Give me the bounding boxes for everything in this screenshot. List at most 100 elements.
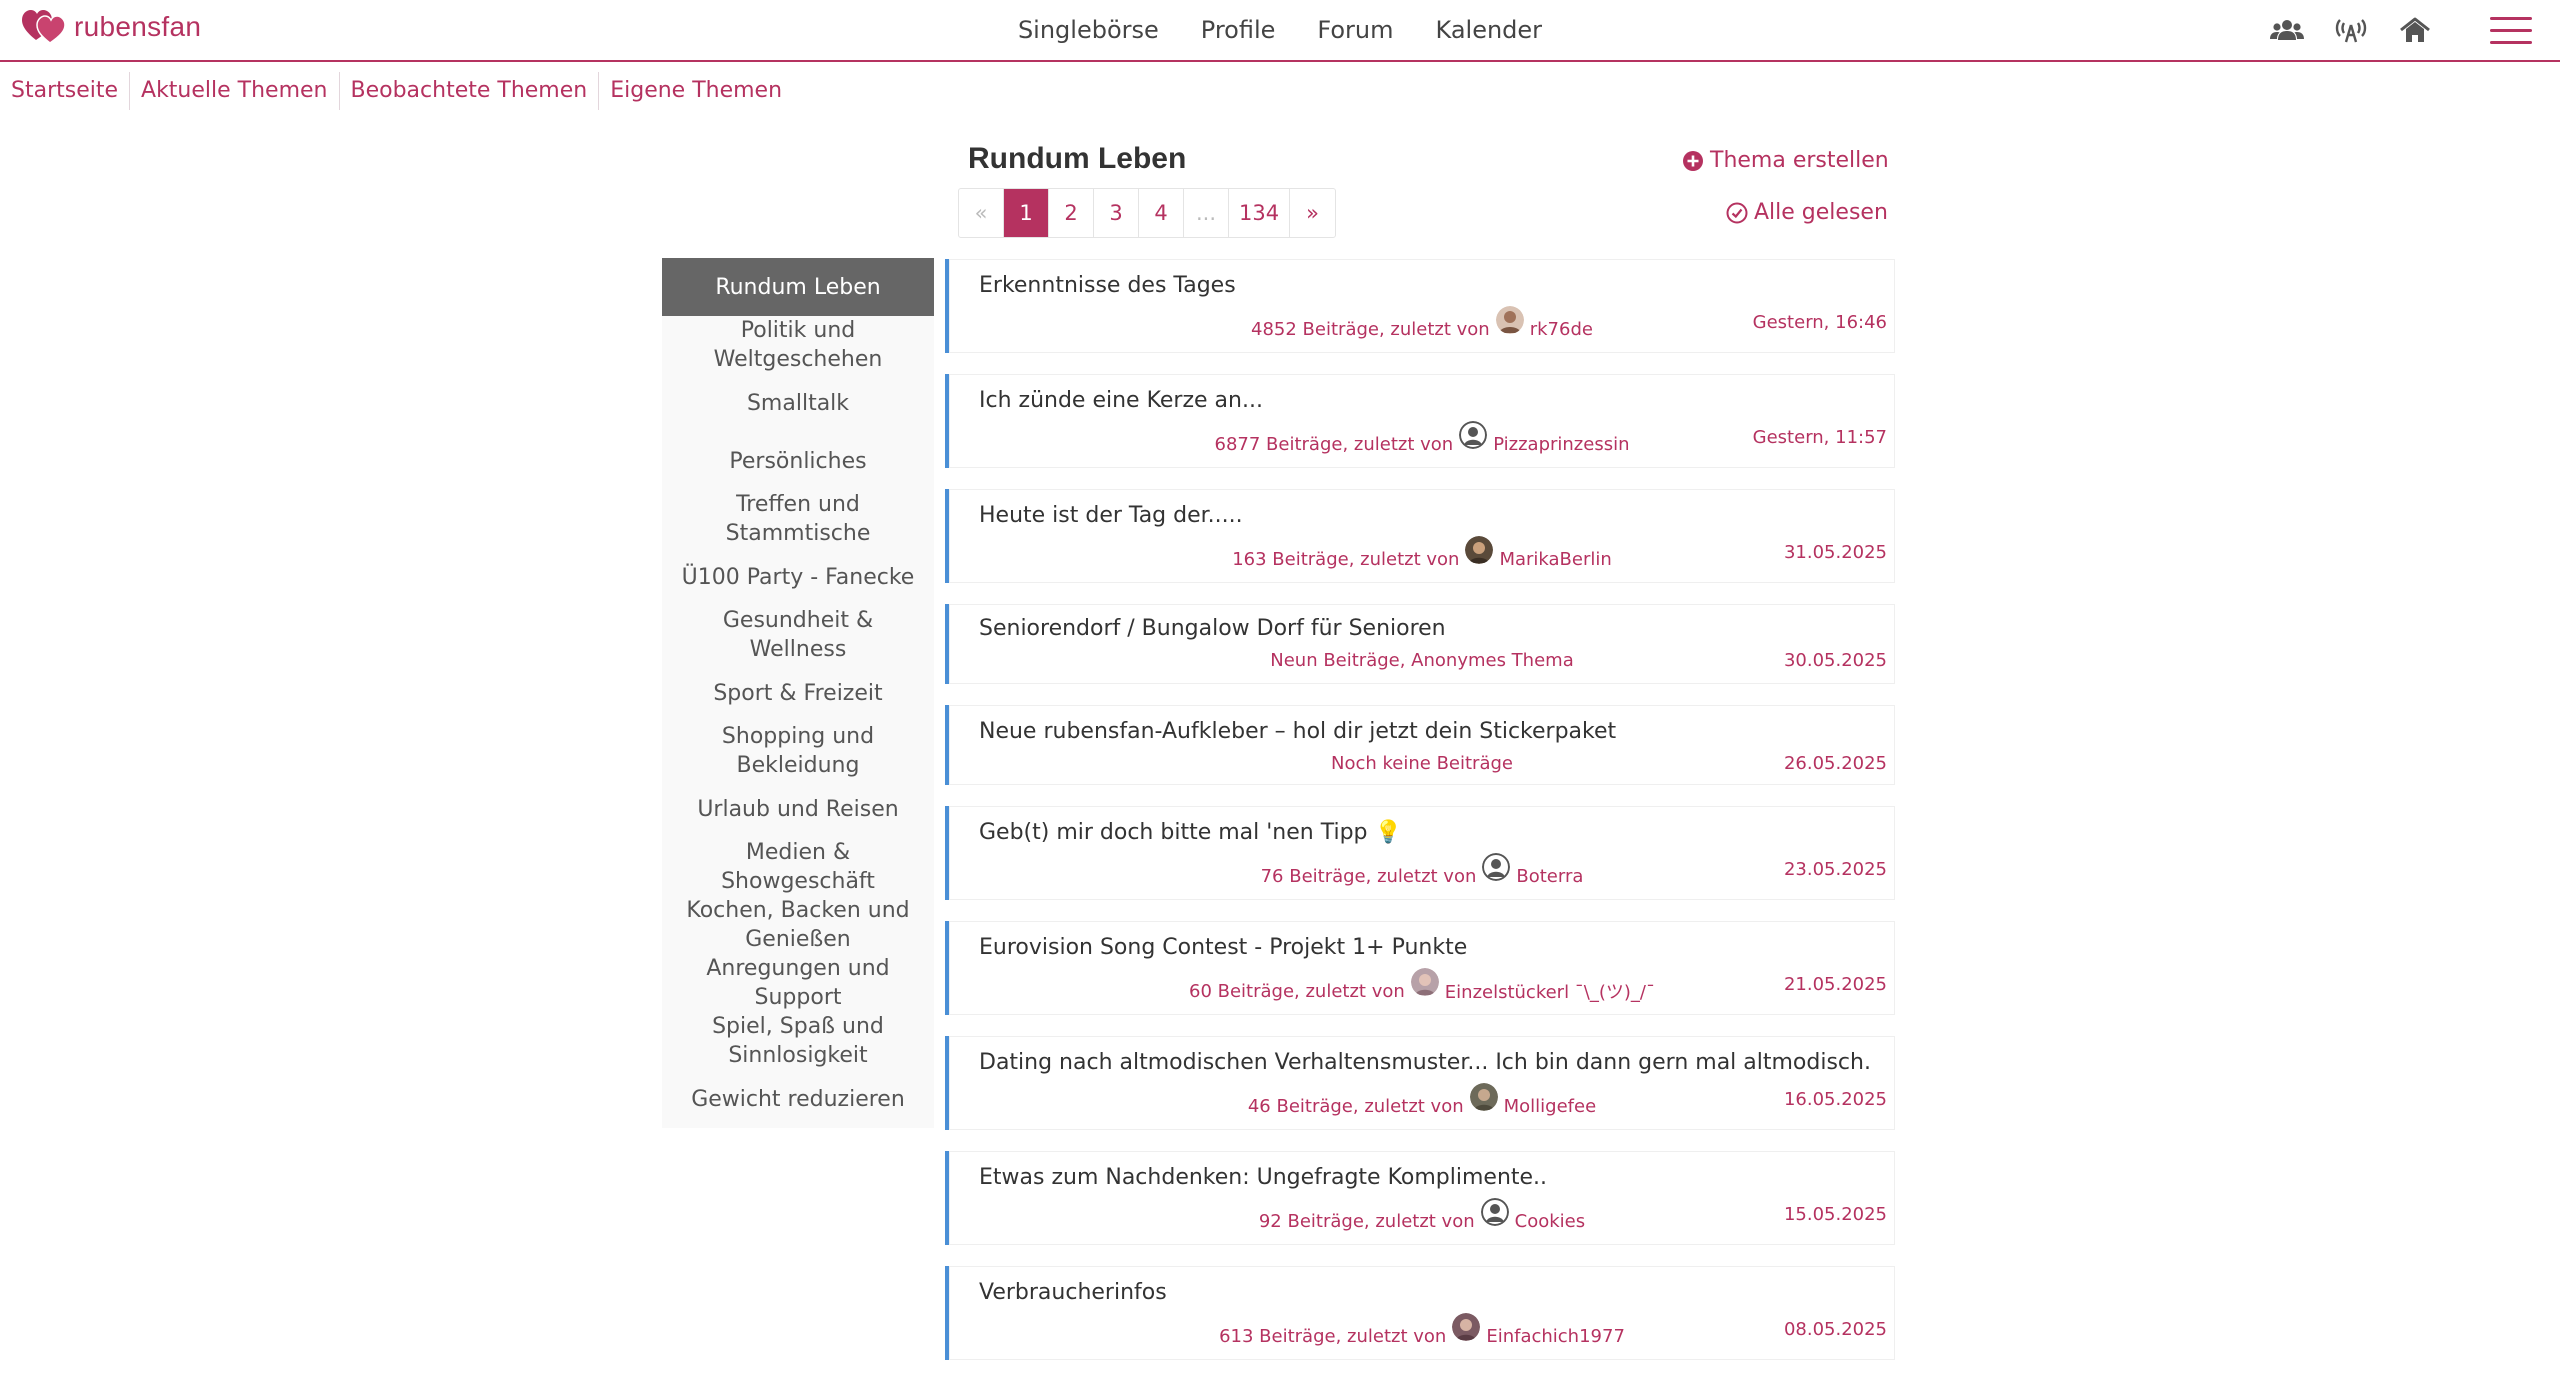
sidebar-item-urlaub[interactable]: Urlaub und Reisen [662, 780, 934, 838]
topic-row[interactable]: Seniorendorf / Bungalow Dorf für Seniore… [945, 604, 1895, 684]
topic-title[interactable]: Verbraucherinfos [979, 1280, 1167, 1305]
nav-singleboerse[interactable]: Singlebörse [1018, 16, 1159, 44]
topic-last-user[interactable]: Einfachich1977 [1486, 1326, 1625, 1347]
avatar[interactable] [1469, 1083, 1498, 1111]
nav-forum[interactable]: Forum [1317, 16, 1393, 44]
pagination-page-3[interactable]: 3 [1094, 189, 1139, 237]
topic-meta: 92 Beiträge, zuletzt von Cookies [949, 1198, 1895, 1234]
category-sidebar: Rundum Leben Politik und Weltgeschehen S… [662, 258, 934, 1128]
topic-date: Gestern, 11:57 [1752, 427, 1887, 448]
pagination-page-last[interactable]: 134 [1229, 189, 1291, 237]
sidebar-item-treffen[interactable]: Treffen und Stammtische [662, 490, 934, 548]
users-icon[interactable] [2270, 16, 2304, 44]
topic-last-user[interactable]: MarikaBerlin [1499, 549, 1611, 570]
topic-date: 08.05.2025 [1783, 1319, 1887, 1340]
check-circle-icon [1726, 202, 1748, 223]
topic-last-user[interactable]: rk76de [1530, 319, 1593, 340]
avatar[interactable] [1452, 1313, 1481, 1341]
pagination-prev: « [959, 189, 1004, 237]
topic-last-user[interactable]: Pizzaprinzessin [1493, 434, 1629, 455]
pagination-page-2[interactable]: 2 [1049, 189, 1094, 237]
topic-title[interactable]: Neue rubensfan-Aufkleber – hol dir jetzt… [979, 719, 1616, 744]
topic-row[interactable]: Erkenntnisse des Tages 4852 Beiträge, zu… [945, 259, 1895, 353]
sidebar-item-persoenliches[interactable]: Persönliches [662, 432, 934, 490]
sidebar-item-anregungen[interactable]: Anregungen und Support [662, 954, 934, 1012]
topic-meta: 613 Beiträge, zuletzt von Einfachich1977 [949, 1313, 1895, 1349]
topic-title[interactable]: Eurovision Song Contest - Projekt 1+ Pun… [979, 935, 1467, 960]
topic-row[interactable]: Eurovision Song Contest - Projekt 1+ Pun… [945, 921, 1895, 1015]
topic-meta: 46 Beiträge, zuletzt von Molligefee [949, 1083, 1895, 1119]
topic-meta: Noch keine Beiträge [1331, 753, 1513, 774]
nav-kalender[interactable]: Kalender [1436, 16, 1543, 44]
topic-meta: Neun Beiträge, Anonymes Thema [1270, 650, 1574, 671]
sidebar-item-sport[interactable]: Sport & Freizeit [662, 664, 934, 722]
main-nav: Singlebörse Profile Forum Kalender [0, 16, 2560, 44]
mark-all-read-button[interactable]: Alle gelesen [1726, 200, 1888, 225]
pagination-page-4[interactable]: 4 [1139, 189, 1184, 237]
topic-title[interactable]: Heute ist der Tag der..... [979, 503, 1243, 528]
topic-row[interactable]: Geb(t) mir doch bitte mal 'nen Tipp 💡 76… [945, 806, 1895, 900]
sidebar-item-kochen[interactable]: Kochen, Backen und Genießen [662, 896, 934, 954]
plus-circle-icon [1683, 150, 1703, 171]
topic-title[interactable]: Etwas zum Nachdenken: Ungefragte Komplim… [979, 1165, 1547, 1190]
topic-date: 21.05.2025 [1783, 974, 1887, 995]
sidebar-item-politik[interactable]: Politik und Weltgeschehen [662, 316, 934, 374]
pagination-page-1[interactable]: 1 [1004, 189, 1049, 237]
sub-nav: Startseite Aktuelle Themen Beobachtete T… [0, 72, 793, 110]
topic-meta: 163 Beiträge, zuletzt von MarikaBerlin [949, 536, 1895, 572]
brand-name: rubensfan [74, 11, 202, 42]
subnav-startseite[interactable]: Startseite [0, 72, 131, 110]
topic-row[interactable]: Heute ist der Tag der..... 163 Beiträge,… [945, 489, 1895, 583]
subnav-eigene-themen[interactable]: Eigene Themen [599, 72, 793, 110]
topic-date: 23.05.2025 [1783, 859, 1887, 880]
topic-title[interactable]: Geb(t) mir doch bitte mal 'nen Tipp 💡 [979, 820, 1402, 845]
topic-date: 15.05.2025 [1783, 1204, 1887, 1225]
sidebar-item-medien[interactable]: Medien & Showgeschäft [662, 838, 934, 896]
topic-last-user[interactable]: Cookies [1515, 1211, 1585, 1232]
topic-last-user[interactable]: Einzelstückerl ¯\_(ツ)_/¯ [1445, 978, 1655, 1004]
home-icon[interactable] [2398, 16, 2432, 44]
top-icons [2270, 16, 2432, 44]
create-topic-label: Thema erstellen [1710, 148, 1889, 173]
sidebar-item-ue100-party[interactable]: Ü100 Party - Fanecke [662, 548, 934, 606]
avatar-placeholder-icon[interactable] [1482, 853, 1511, 881]
topic-date: 30.05.2025 [1783, 650, 1887, 671]
topic-title[interactable]: Erkenntnisse des Tages [979, 273, 1236, 298]
menu-icon[interactable] [2490, 17, 2532, 45]
topic-row[interactable]: Ich zünde eine Kerze an... 6877 Beiträge… [945, 374, 1895, 468]
top-bar: rubensfan Singlebörse Profile Forum Kale… [0, 0, 2560, 62]
subnav-aktuelle-themen[interactable]: Aktuelle Themen [130, 72, 340, 110]
topic-row[interactable]: Verbraucherinfos 613 Beiträge, zuletzt v… [945, 1266, 1895, 1360]
avatar[interactable] [1495, 306, 1524, 334]
topic-date: 26.05.2025 [1783, 753, 1887, 774]
page-title: Rundum Leben [968, 142, 1187, 175]
sidebar-item-smalltalk[interactable]: Smalltalk [662, 374, 934, 432]
topic-meta: 76 Beiträge, zuletzt von Boterra [949, 853, 1895, 889]
pagination-next[interactable]: » [1290, 189, 1335, 237]
topic-row[interactable]: Neue rubensfan-Aufkleber – hol dir jetzt… [945, 705, 1895, 785]
avatar-placeholder-icon[interactable] [1480, 1198, 1509, 1226]
sidebar-item-spiel[interactable]: Spiel, Spaß und Sinnlosigkeit [662, 1012, 934, 1070]
topic-row[interactable]: Etwas zum Nachdenken: Ungefragte Komplim… [945, 1151, 1895, 1245]
topic-last-user[interactable]: Molligefee [1504, 1096, 1597, 1117]
sidebar-item-gewicht[interactable]: Gewicht reduzieren [662, 1070, 934, 1128]
sidebar-item-shopping[interactable]: Shopping und Bekleidung [662, 722, 934, 780]
subnav-beobachtete-themen[interactable]: Beobachtete Themen [340, 72, 600, 110]
nav-profile[interactable]: Profile [1201, 16, 1276, 44]
topic-last-user[interactable]: Boterra [1516, 866, 1583, 887]
topic-date: Gestern, 16:46 [1752, 312, 1887, 333]
broadcast-icon[interactable] [2334, 16, 2368, 44]
create-topic-button[interactable]: Thema erstellen [1682, 148, 1889, 173]
topic-date: 31.05.2025 [1783, 542, 1887, 563]
sidebar-item-gesundheit[interactable]: Gesundheit & Wellness [662, 606, 934, 664]
topic-row[interactable]: Dating nach altmodischen Verhaltensmuste… [945, 1036, 1895, 1130]
topic-title[interactable]: Ich zünde eine Kerze an... [979, 388, 1263, 413]
sidebar-item-rundum-leben[interactable]: Rundum Leben [662, 258, 934, 316]
topic-list: Erkenntnisse des Tages 4852 Beiträge, zu… [945, 259, 1895, 1381]
topic-title[interactable]: Seniorendorf / Bungalow Dorf für Seniore… [979, 616, 1446, 641]
site-logo[interactable]: rubensfan [22, 10, 201, 44]
topic-title[interactable]: Dating nach altmodischen Verhaltensmuste… [979, 1050, 1871, 1075]
avatar[interactable] [1465, 536, 1494, 564]
avatar[interactable] [1410, 968, 1439, 996]
avatar-placeholder-icon[interactable] [1459, 421, 1488, 449]
